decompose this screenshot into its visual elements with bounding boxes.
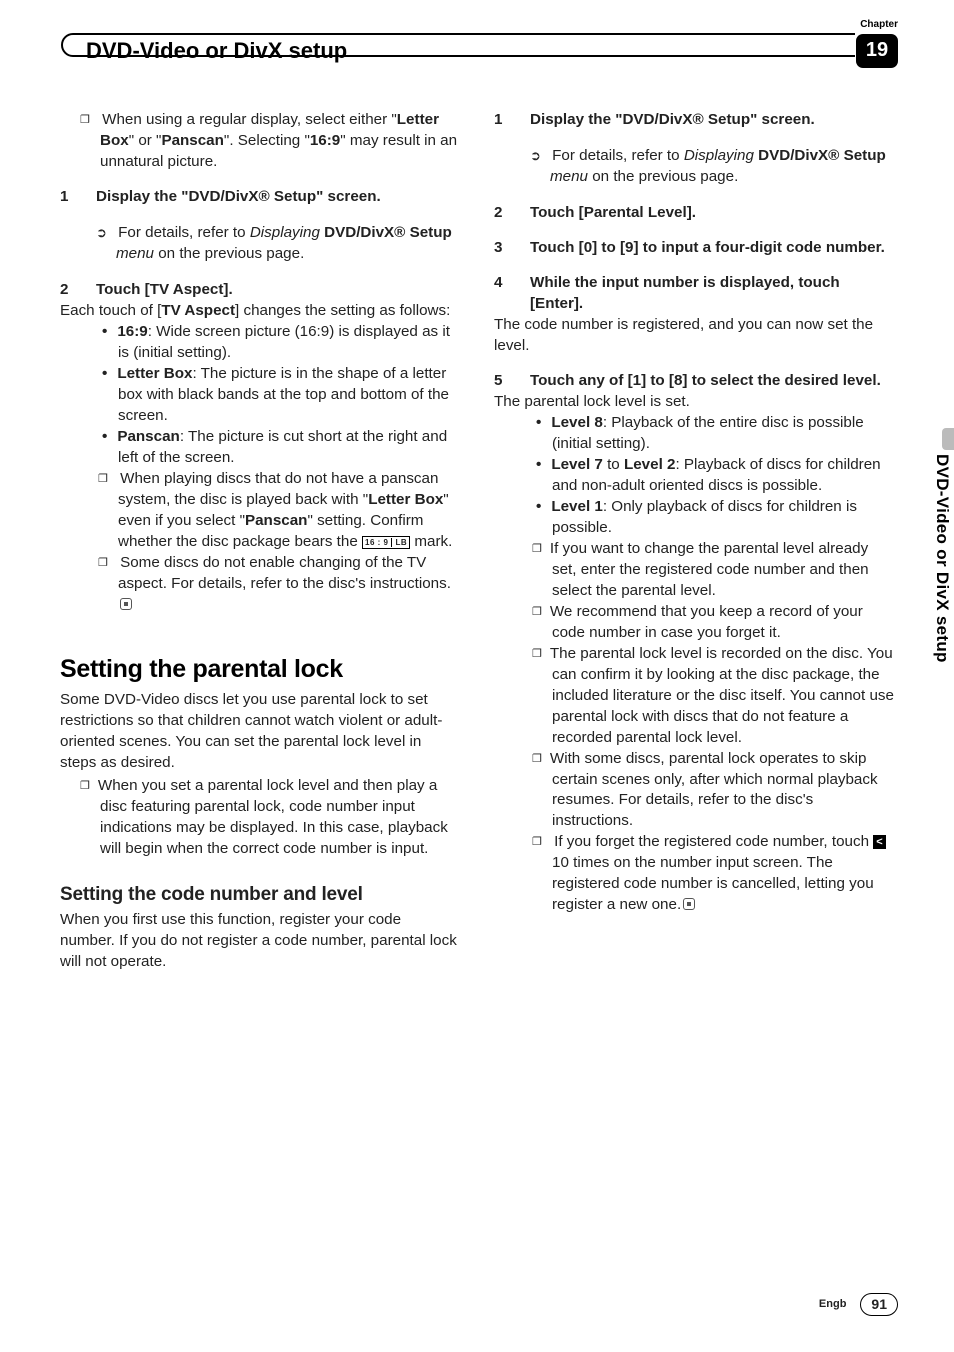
- step-1: 1 Display the "DVD/DivX® Setup" screen.: [60, 187, 460, 208]
- step-body: The parental lock level is set.: [494, 392, 894, 413]
- step-text: Touch [TV Aspect].: [96, 280, 460, 301]
- step-subnote: For details, refer to Displaying DVD/Div…: [494, 146, 894, 188]
- lb-mark-icon: 16 : 9LB: [362, 536, 410, 549]
- step-text: Touch any of [1] to [8] to select the de…: [530, 371, 894, 392]
- subsection-code-level: Setting the code number and level: [60, 882, 460, 908]
- step-1: 1 Display the "DVD/DivX® Setup" screen.: [494, 110, 894, 131]
- section-body: Some DVD-Video discs let you use parenta…: [60, 690, 460, 774]
- level-1: Level 1: Only playback of discs for chil…: [494, 497, 894, 539]
- side-tab-nub: [942, 428, 954, 450]
- section-end-icon: [683, 898, 695, 910]
- note-forget-code: If you forget the registered code number…: [494, 832, 894, 916]
- column-left: When using a regular display, select eit…: [60, 110, 460, 973]
- aspect-option-letterbox: Letter Box: The picture is in the shape …: [60, 364, 460, 427]
- page-title: DVD-Video or DivX setup: [86, 36, 347, 66]
- step-5: 5 Touch any of [1] to [8] to select the …: [494, 371, 894, 392]
- subsection-body: When you first use this function, regist…: [60, 910, 460, 973]
- step-2: 2 Touch [TV Aspect].: [60, 280, 460, 301]
- page-header: DVD-Video or DivX setup: [60, 32, 838, 72]
- level-7-2: Level 7 to Level 2: Playback of discs fo…: [494, 455, 894, 497]
- level-8: Level 8: Playback of the entire disc is …: [494, 413, 894, 455]
- step-4: 4 While the input number is displayed, t…: [494, 273, 894, 315]
- footer-language: Engb: [819, 1297, 847, 1312]
- step-subnote: For details, refer to Displaying DVD/Div…: [60, 223, 460, 265]
- back-key-icon: <: [873, 835, 885, 849]
- section-parental-lock: Setting the parental lock: [60, 652, 460, 687]
- aspect-option-169: 16:9: Wide screen picture (16:9) is disp…: [60, 322, 460, 364]
- step-text: Touch [0] to [9] to input a four-digit c…: [530, 238, 894, 259]
- section-note: When you set a parental lock level and t…: [60, 776, 460, 860]
- panscan-note: When playing discs that do not have a pa…: [60, 469, 460, 553]
- note-skip-scenes: With some discs, parental lock operates …: [494, 749, 894, 833]
- step-2: 2 Touch [Parental Level].: [494, 203, 894, 224]
- aspect-note: Some discs do not enable changing of the…: [60, 553, 460, 616]
- aspect-option-panscan: Panscan: The picture is cut short at the…: [60, 427, 460, 469]
- intro-note: When using a regular display, select eit…: [60, 110, 460, 173]
- step-number: 1: [494, 110, 530, 131]
- chapter-label: Chapter: [838, 18, 898, 32]
- footer-page-number: 91: [860, 1293, 898, 1316]
- step-number: 3: [494, 238, 530, 259]
- step-number: 2: [60, 280, 96, 301]
- step-number: 2: [494, 203, 530, 224]
- page-footer: Engb 91: [819, 1293, 898, 1316]
- step-body: The code number is registered, and you c…: [494, 315, 894, 357]
- note-record-code: We recommend that you keep a record of y…: [494, 602, 894, 644]
- step-number: 4: [494, 273, 530, 315]
- chapter-badge: 19: [856, 34, 898, 69]
- step-3: 3 Touch [0] to [9] to input a four-digit…: [494, 238, 894, 259]
- section-end-icon: [120, 598, 132, 610]
- chapter-indicator: Chapter 19: [838, 18, 898, 68]
- step-text: Touch [Parental Level].: [530, 203, 894, 224]
- note-level-on-disc: The parental lock level is recorded on t…: [494, 644, 894, 749]
- step-number: 1: [60, 187, 96, 208]
- step-text: While the input number is displayed, tou…: [530, 273, 894, 315]
- step-number: 5: [494, 371, 530, 392]
- step-body: Each touch of [TV Aspect] changes the se…: [60, 301, 460, 322]
- note-change-level: If you want to change the parental level…: [494, 539, 894, 602]
- step-text: Display the "DVD/DivX® Setup" screen.: [96, 187, 460, 208]
- column-right: 1 Display the "DVD/DivX® Setup" screen. …: [494, 110, 894, 973]
- step-text: Display the "DVD/DivX® Setup" screen.: [530, 110, 894, 131]
- side-tab-label: DVD-Video or DivX setup: [931, 454, 954, 663]
